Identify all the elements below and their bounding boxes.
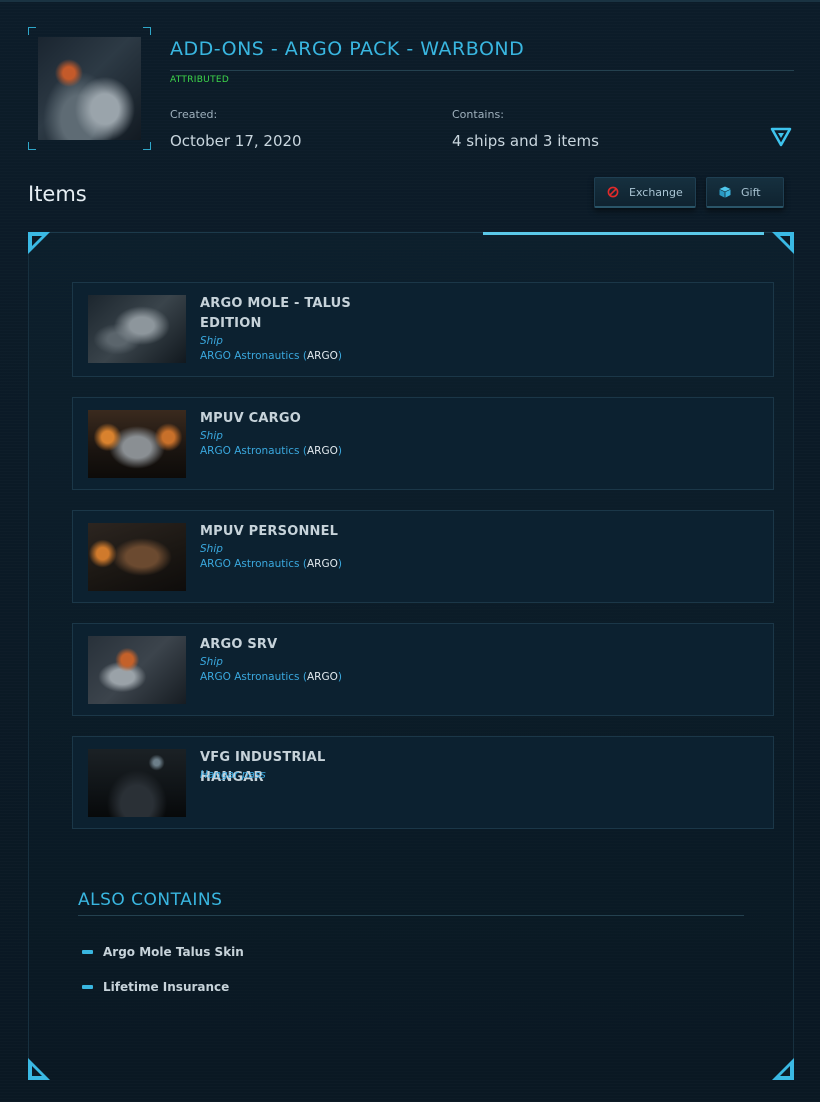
contains-value: 4 ships and 3 items (452, 132, 599, 150)
item-card-vfg-industrial-hangar[interactable]: VFG INDUSTRIAL HANGAR Hangar pass (72, 736, 774, 829)
created-label: Created: (170, 108, 218, 121)
item-type: Ship (200, 430, 223, 442)
item-thumbnail (88, 749, 186, 817)
frame-corner (143, 27, 151, 35)
manufacturer-code: ARGO (306, 350, 338, 362)
item-card-argo-mole[interactable]: ARGO MOLE - TALUS EDITION Ship ARGO Astr… (72, 282, 774, 377)
frame-corner (28, 27, 36, 35)
item-name: ARGO MOLE - TALUS EDITION (200, 296, 351, 331)
item-card-mpuv-cargo[interactable]: MPUV CARGO Ship ARGO Astronautics (ARGO) (72, 397, 774, 490)
item-manufacturer: ARGO Astronautics (ARGO) (200, 445, 342, 457)
panel-accent-bar (483, 232, 764, 235)
item-thumbnail (88, 295, 186, 363)
item-type: Ship (200, 656, 223, 668)
gift-button[interactable]: Gift (706, 177, 784, 208)
gift-button-label: Gift (741, 185, 761, 199)
item-thumbnail (88, 636, 186, 704)
also-contains-item: Lifetime Insurance (82, 980, 229, 994)
item-card-mpuv-personnel[interactable]: MPUV PERSONNEL Ship ARGO Astronautics (A… (72, 510, 774, 603)
manufacturer-name: ARGO Astronautics (200, 671, 300, 683)
manufacturer-code: ARGO (306, 445, 338, 457)
status-badge: ATTRIBUTED (170, 75, 230, 85)
prohibited-icon (607, 186, 619, 198)
manufacturer-name: ARGO Astronautics (200, 558, 300, 570)
item-card-argo-srv[interactable]: ARGO SRV Ship ARGO Astronautics (ARGO) (72, 623, 774, 716)
panel-corner-bl-icon (28, 1058, 50, 1080)
manufacturer-code: ARGO (306, 558, 338, 570)
manufacturer-name: ARGO Astronautics (200, 445, 300, 457)
item-type: Hangar pass (200, 769, 266, 781)
contains-label: Contains: (452, 108, 504, 121)
created-value: October 17, 2020 (170, 132, 302, 150)
item-manufacturer: ARGO Astronautics (ARGO) (200, 350, 342, 362)
item-thumbnail (88, 523, 186, 591)
item-manufacturer: ARGO Astronautics (ARGO) (200, 558, 342, 570)
exchange-button-label: Exchange (629, 185, 683, 199)
item-name: MPUV CARGO (200, 411, 301, 426)
also-contains-heading: ALSO CONTAINS (78, 890, 223, 910)
item-type: Ship (200, 335, 223, 347)
manufacturer-code: ARGO (306, 671, 338, 683)
manufacturer-name: ARGO Astronautics (200, 350, 300, 362)
pack-thumbnail-frame (28, 27, 151, 150)
item-type: Ship (200, 543, 223, 555)
title-divider (170, 70, 794, 71)
also-contains-item: Argo Mole Talus Skin (82, 945, 244, 959)
also-contains-item-label: Lifetime Insurance (103, 980, 230, 994)
chevron-down-icon[interactable] (770, 127, 792, 147)
item-name: MPUV PERSONNEL (200, 524, 339, 539)
bullet-dash-icon (82, 985, 93, 989)
also-contains-divider (78, 915, 744, 916)
exchange-button[interactable]: Exchange (594, 177, 696, 208)
cube-icon (719, 186, 731, 198)
also-contains-item-label: Argo Mole Talus Skin (103, 945, 244, 959)
bullet-dash-icon (82, 950, 93, 954)
panel-corner-tl-icon (28, 232, 50, 254)
panel-corner-tr-icon (772, 232, 794, 254)
pack-title: ADD-ONS - ARGO PACK - WARBOND (170, 38, 525, 60)
top-rule (0, 0, 820, 2)
frame-corner (28, 142, 36, 150)
item-name: VFG INDUSTRIAL HANGAR (200, 750, 326, 785)
item-thumbnail (88, 410, 186, 478)
panel-corner-br-icon (772, 1058, 794, 1080)
items-heading: Items (28, 182, 87, 206)
pack-thumbnail-image (38, 37, 141, 140)
frame-corner (143, 142, 151, 150)
item-manufacturer: ARGO Astronautics (ARGO) (200, 671, 342, 683)
item-name: ARGO SRV (200, 637, 278, 652)
